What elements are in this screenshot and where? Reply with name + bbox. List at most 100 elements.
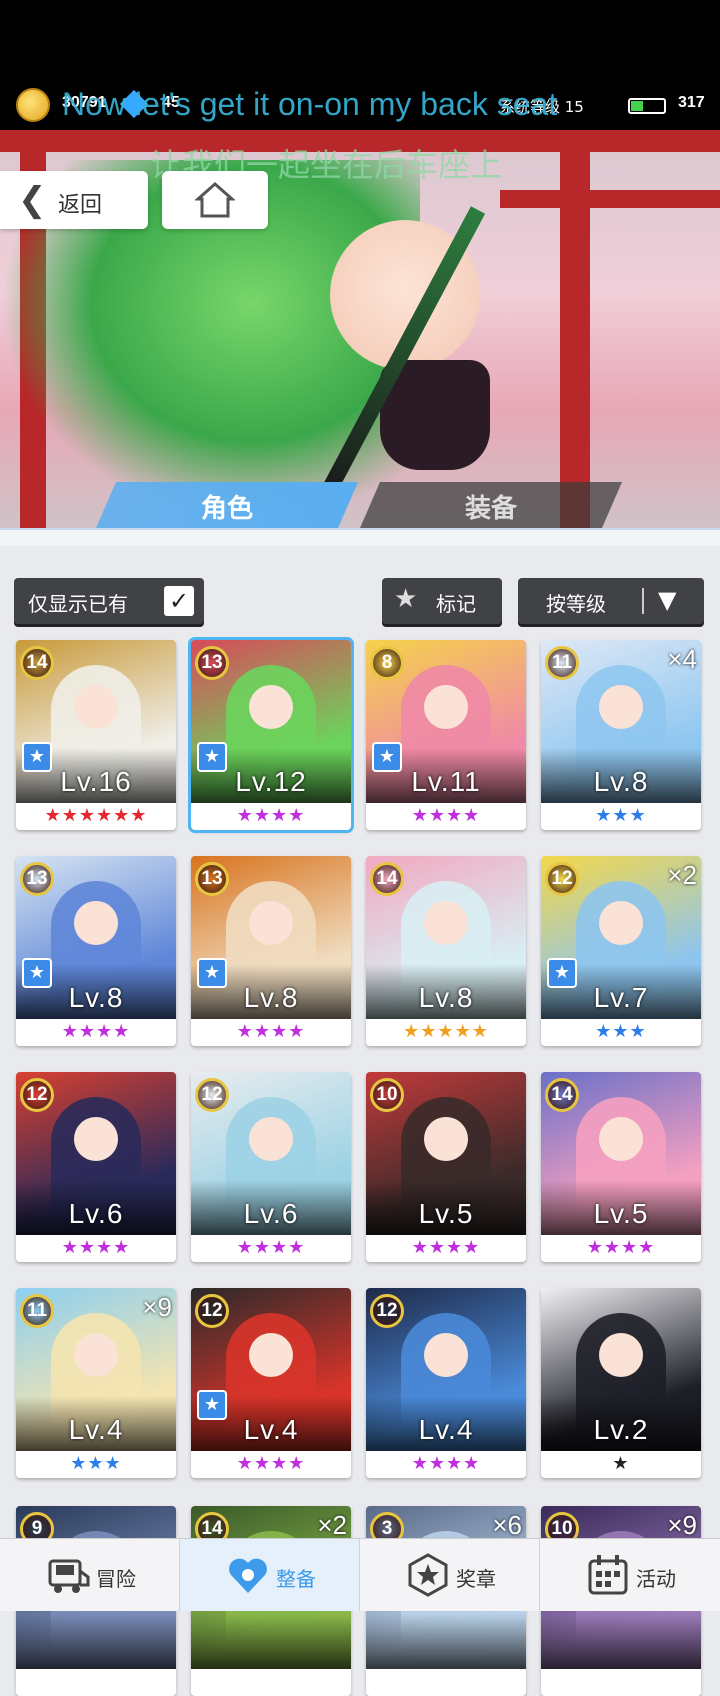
back-label: 返回 [58,193,103,218]
portrait-face [424,1333,468,1377]
duplicate-count: ×6 [492,1510,522,1540]
level-label: Lv.8 [68,982,124,1013]
tab-roles[interactable]: 角色 [96,482,358,528]
nav-prepare-label: 整备 [276,1567,316,1591]
rank-badge: 13 [195,646,229,680]
portrait-face [74,901,118,945]
level-label: Lv.16 [60,766,132,797]
home-button[interactable] [162,171,268,229]
chevron-left-icon: ❮ [18,180,47,220]
star-rating: ★★★★ [236,1453,306,1474]
rank-badge: 12 [195,1294,229,1328]
level-label: Lv.12 [235,766,307,797]
character-card[interactable]: 13 ★ Lv.8 ★★★★ [191,856,351,1046]
owned-only-label: 仅显示已有 [28,592,128,616]
level-label: Lv.8 [593,766,649,797]
character-card[interactable]: 8 ★ Lv.11 ★★★★ [366,640,526,830]
character-card[interactable]: 12 Lv.4 ★★★★ [366,1288,526,1478]
rank-badge: 14 [545,1078,579,1112]
star-rating: ★★★★★★ [44,805,148,826]
calendar-icon [588,1555,628,1595]
star-rating: ★★★★ [411,805,481,826]
truck-icon [48,1559,90,1593]
portrait-face [74,1117,118,1161]
level-label: Lv.8 [243,982,299,1013]
character-card[interactable]: 12 Lv.6 ★★★★ [191,1072,351,1262]
back-button[interactable]: ❮ 返回 [0,171,148,229]
tab-equipment[interactable]: 装备 [360,482,622,528]
nav-medals-label: 奖章 [456,1567,496,1591]
sort-label: 按等级 [546,592,606,616]
rank-badge: 12 [370,1294,404,1328]
tab-divider [0,528,720,546]
portrait-shade [541,1614,701,1669]
torii-rail [500,190,720,208]
star-icon: ★ [394,584,418,614]
character-card[interactable]: Lv.2 ★ [541,1288,701,1478]
portrait-face [249,901,293,945]
bottom-nav: 冒险 整备 奖章 活动 [0,1538,720,1611]
duplicate-count: ×9 [142,1292,172,1322]
lyrics-overlay-en: Now let's get it on-on my back seat [62,86,558,122]
rank-badge: 13 [20,862,54,896]
checkbox-checked-icon: ✓ [164,586,194,616]
home-icon [195,181,235,218]
portrait-face [424,901,468,945]
rank-badge: 12 [20,1078,54,1112]
nav-prepare[interactable]: 整备 [180,1539,360,1611]
star-rating: ★★★★ [236,1237,306,1258]
nav-events[interactable]: 活动 [540,1539,720,1611]
level-label: Lv.6 [243,1198,299,1229]
portrait-face [249,1333,293,1377]
mark-filter-button[interactable]: ★ 标记 [382,578,502,624]
coin-icon [16,88,50,122]
nav-medals[interactable]: 奖章 [360,1539,540,1611]
character-card[interactable]: 10 Lv.5 ★★★★ [366,1072,526,1262]
nav-events-label: 活动 [636,1567,676,1591]
portrait-shade [366,1614,526,1669]
portrait-face [424,1117,468,1161]
portrait-face [74,1333,118,1377]
character-card[interactable]: 11 ×9 Lv.4 ★★★ [16,1288,176,1478]
rank-badge: 12 [545,862,579,896]
character-card[interactable]: 14 Lv.8 ★★★★★ [366,856,526,1046]
character-card[interactable]: 13 ★ Lv.8 ★★★★ [16,856,176,1046]
duplicate-count: ×9 [667,1510,697,1540]
mark-label: 标记 [436,592,476,616]
nav-adventure[interactable]: 冒险 [0,1539,180,1611]
portrait-face [249,1117,293,1161]
character-card[interactable]: 12 ★ ×2 Lv.7 ★★★ [541,856,701,1046]
tab-equipment-label: 装备 [464,494,517,524]
level-label: Lv.6 [68,1198,124,1229]
character-card[interactable]: 11 ×4 Lv.8 ★★★ [541,640,701,830]
level-label: Lv.5 [418,1198,474,1229]
triangle-down-icon: ▼ [658,586,677,614]
star-rating: ★★★ [70,1453,122,1474]
portrait-face [424,685,468,729]
rank-badge: 11 [545,646,579,680]
character-card[interactable]: 13 ★ Lv.12 ★★★★ [188,637,354,833]
sort-separator [642,588,644,614]
level-label: Lv.4 [243,1414,299,1445]
rank-badge: 14 [370,862,404,896]
character-card[interactable]: 12 ★ Lv.4 ★★★★ [191,1288,351,1478]
portrait-face [249,685,293,729]
rank-badge: 14 [20,646,54,680]
stamina-icon [628,98,666,114]
portrait-face [599,685,643,729]
star-rating: ★★★ [595,805,647,826]
level-label: Lv.11 [411,766,481,797]
tab-roles-label: 角色 [200,494,253,524]
star-rating: ★★★★★ [403,1021,489,1042]
nav-adventure-label: 冒险 [96,1567,136,1591]
character-card[interactable]: 12 Lv.6 ★★★★ [16,1072,176,1262]
owned-only-toggle[interactable]: 仅显示已有 ✓ [14,578,204,624]
heart-gear-icon [229,1558,267,1593]
duplicate-count: ×4 [667,644,697,674]
level-label: Lv.4 [68,1414,124,1445]
star-rating: ★★★★ [61,1237,131,1258]
character-card[interactable]: 14 Lv.5 ★★★★ [541,1072,701,1262]
sort-dropdown[interactable]: 按等级 ▼ [518,578,704,624]
portrait-face [599,901,643,945]
character-card[interactable]: 14 ★ Lv.16 ★★★★★★ [16,640,176,830]
